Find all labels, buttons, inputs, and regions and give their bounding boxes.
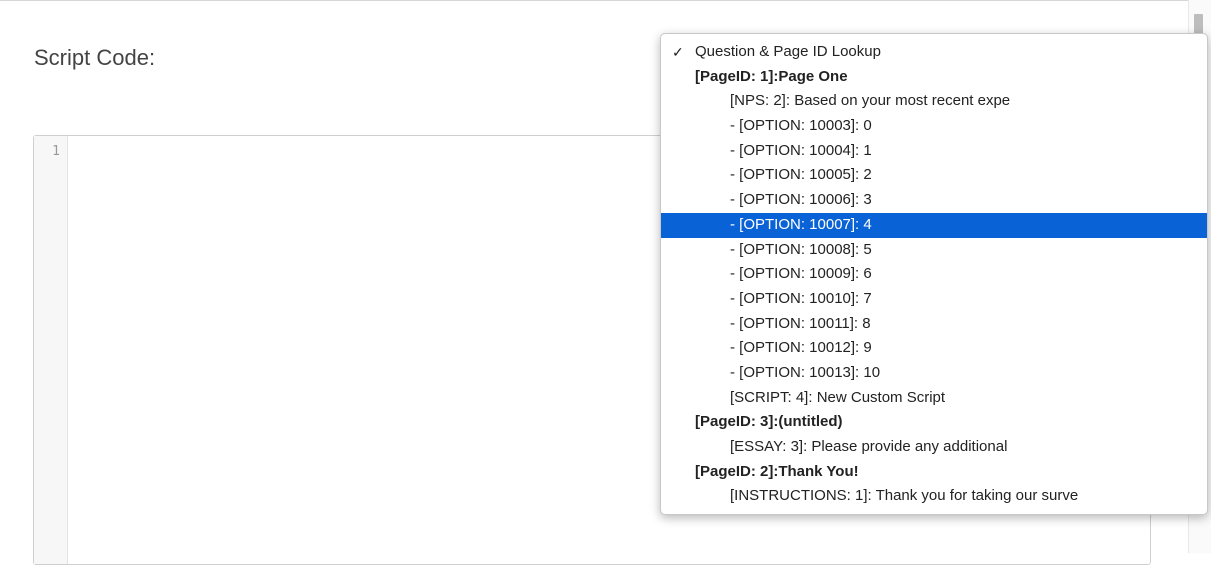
menu-item-option[interactable]: - [OPTION: 10012]: 9 — [661, 336, 1207, 361]
menu-item-label: - [OPTION: 10009]: 6 — [730, 265, 872, 283]
menu-item-label: [SCRIPT: 4]: New Custom Script — [730, 388, 946, 406]
menu-item-option[interactable]: - [OPTION: 10009]: 6 — [661, 262, 1207, 287]
checkmark-icon: ✓ — [672, 44, 684, 60]
menu-item-label: - [OPTION: 10013]: 10 — [730, 363, 881, 381]
menu-item-option[interactable]: - [OPTION: 10010]: 7 — [661, 287, 1207, 312]
menu-item-option[interactable]: - [OPTION: 10004]: 1 — [661, 139, 1207, 164]
menu-item-label: - [OPTION: 10011]: 8 — [730, 314, 871, 332]
menu-item-option[interactable]: - [OPTION: 10011]: 8 — [661, 312, 1207, 337]
line-number: 1 — [52, 144, 60, 159]
menu-item-label: [NPS: 2]: Based on your most recent expe — [730, 92, 1011, 110]
menu-item-option[interactable]: - [OPTION: 10006]: 3 — [661, 188, 1207, 213]
menu-item-label: Question & Page ID Lookup — [695, 43, 881, 60]
menu-item-script[interactable]: [SCRIPT: 4]: New Custom Script — [661, 386, 1207, 411]
menu-item-label: [PageID: 1]:Page One — [695, 67, 848, 85]
menu-item-nps-question[interactable]: [NPS: 2]: Based on your most recent expe — [661, 89, 1207, 114]
menu-item-label: - [OPTION: 10006]: 3 — [730, 191, 872, 209]
menu-item-page-1[interactable]: [PageID: 1]:Page One — [661, 65, 1207, 90]
menu-item-label: [PageID: 2]:Thank You! — [695, 462, 859, 480]
menu-item-label: - [OPTION: 10003]: 0 — [730, 117, 872, 135]
menu-item-option[interactable]: - [OPTION: 10008]: 5 — [661, 238, 1207, 263]
menu-item-label: - [OPTION: 10007]: 4 — [730, 215, 872, 233]
menu-item-page-3[interactable]: [PageID: 3]:(untitled) — [661, 410, 1207, 435]
line-number-gutter: 1 — [34, 136, 68, 564]
menu-item-label: [INSTRUCTIONS: 1]: Thank you for taking … — [730, 487, 1079, 505]
menu-item-label: - [OPTION: 10012]: 9 — [730, 339, 872, 357]
menu-item-essay-question[interactable]: [ESSAY: 3]: Please provide any additiona… — [661, 435, 1207, 460]
menu-item-option[interactable]: - [OPTION: 10013]: 10 — [661, 361, 1207, 386]
menu-item-label: - [OPTION: 10008]: 5 — [730, 240, 872, 258]
menu-item-option[interactable]: - [OPTION: 10005]: 2 — [661, 163, 1207, 188]
menu-item-label: [ESSAY: 3]: Please provide any additiona… — [730, 438, 1008, 455]
scroll-thumb[interactable] — [1194, 14, 1203, 34]
menu-item-instructions[interactable]: [INSTRUCTIONS: 1]: Thank you for taking … — [661, 484, 1207, 509]
menu-item-label: [PageID: 3]:(untitled) — [695, 413, 843, 431]
question-page-id-lookup-menu[interactable]: ✓ Question & Page ID Lookup [PageID: 1]:… — [660, 33, 1208, 515]
menu-item-label: - [OPTION: 10005]: 2 — [730, 166, 872, 184]
menu-item-label: - [OPTION: 10010]: 7 — [730, 289, 872, 307]
menu-item-option[interactable]: - [OPTION: 10003]: 0 — [661, 114, 1207, 139]
menu-item-page-2[interactable]: [PageID: 2]:Thank You! — [661, 460, 1207, 485]
menu-item-lookup-header[interactable]: ✓ Question & Page ID Lookup — [661, 40, 1207, 65]
menu-item-label: - [OPTION: 10004]: 1 — [730, 141, 872, 159]
menu-item-option-selected[interactable]: - [OPTION: 10007]: 4 — [661, 212, 1207, 238]
script-code-label: Script Code: — [34, 45, 156, 70]
